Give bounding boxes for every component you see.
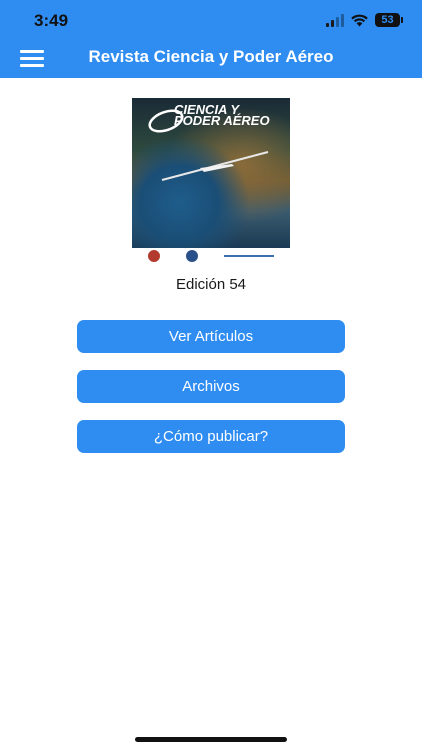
app-bar: Revista Ciencia y Poder Aéreo (0, 38, 422, 78)
glider-icon (161, 151, 269, 181)
edition-label: Edición 54 (175, 276, 247, 293)
cover-photo: CIENCIA Y PODER AÉREO (132, 98, 290, 248)
cover-brand-line2: PODER AÉREO (174, 113, 270, 128)
home-indicator[interactable] (135, 737, 287, 742)
battery-icon: 53 (375, 13, 403, 27)
ver-articulos-button[interactable]: Ver Artículos (77, 320, 345, 353)
cover-brand: CIENCIA Y PODER AÉREO (174, 103, 270, 128)
emblem-left-icon (148, 250, 160, 262)
battery-level: 53 (381, 14, 394, 26)
cover-footer-line (224, 255, 274, 257)
archivos-button[interactable]: Archivos (77, 370, 345, 403)
magazine-cover[interactable]: CIENCIA Y PODER AÉREO (132, 98, 290, 264)
status-time: 3:49 (34, 11, 69, 30)
wifi-icon (351, 14, 368, 26)
status-icons: 53 (326, 12, 403, 28)
cellular-signal-icon (326, 13, 344, 27)
status-bar: 3:49 53 (0, 0, 422, 38)
emblem-right-icon (186, 250, 198, 262)
app-title: Revista Ciencia y Poder Aéreo (88, 47, 334, 66)
como-publicar-button[interactable]: ¿Cómo publicar? (77, 420, 345, 453)
cover-footer-strip (132, 248, 290, 264)
